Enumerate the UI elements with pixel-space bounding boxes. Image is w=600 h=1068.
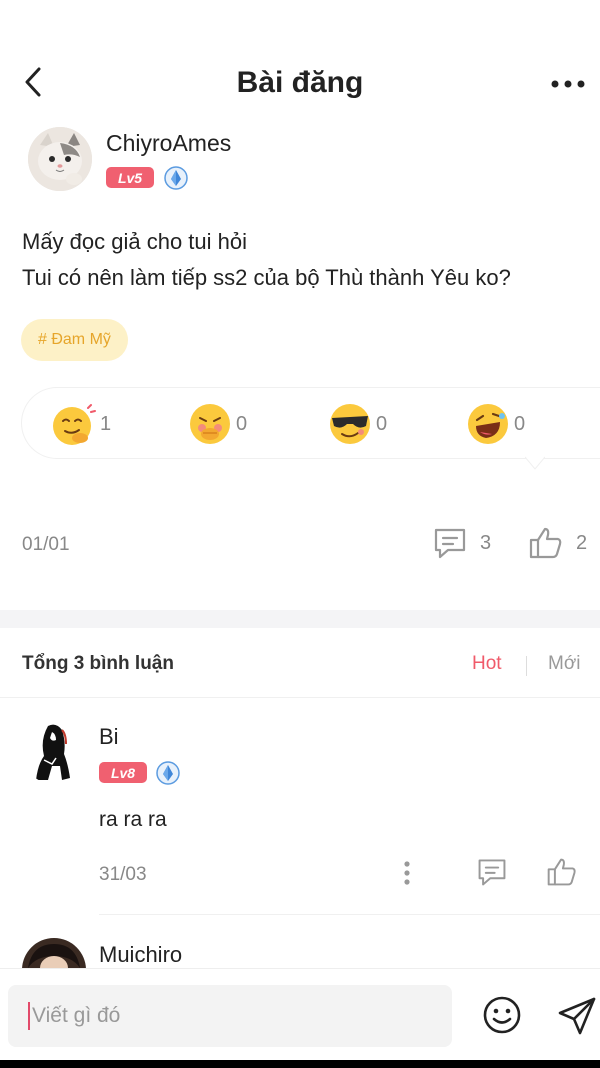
- comment-item: Muichiro: [0, 918, 600, 968]
- comment-text: ra ra ra: [99, 808, 167, 831]
- reaction-count: 1: [100, 412, 112, 435]
- smiley-icon: [483, 996, 521, 1034]
- reaction-shy[interactable]: 0: [188, 402, 247, 446]
- sort-separator: [526, 656, 527, 676]
- post-line: Tui có nên làm tiếp ss2 của bộ Thù thành…: [22, 265, 511, 290]
- top-bar: Bài đăng: [0, 58, 600, 110]
- commenter-avatar[interactable]: [22, 720, 86, 784]
- more-horizontal-icon: [551, 80, 585, 88]
- comment-input-placeholder: Viết gì đó: [32, 1004, 121, 1027]
- reaction-count: 0: [376, 412, 388, 435]
- commenter-name[interactable]: Bi: [99, 724, 119, 750]
- send-button[interactable]: [556, 995, 598, 1037]
- like-count: 2: [576, 531, 588, 554]
- level-badge: Lv8: [99, 762, 147, 783]
- post-author: ChiyroAmes Lv5: [28, 127, 588, 193]
- comment-like-button[interactable]: [546, 856, 578, 888]
- comment-icon: [434, 528, 466, 559]
- emoji-button[interactable]: [482, 995, 522, 1035]
- verified-badge-icon: [156, 761, 180, 785]
- post-date: 01/01: [22, 534, 70, 555]
- send-icon: [558, 997, 596, 1035]
- comment-composer: Viết gì đó: [0, 968, 600, 1060]
- comment-more-button[interactable]: [398, 858, 416, 890]
- system-nav-bar: [0, 1060, 600, 1068]
- thumbs-up-icon: [547, 858, 576, 886]
- section-divider: [0, 610, 600, 628]
- reaction-cool[interactable]: 0: [328, 402, 387, 446]
- post-meta: 01/01 3 2: [0, 522, 600, 568]
- laughing-emoji-icon: [468, 404, 508, 444]
- sort-new-tab[interactable]: Mới: [548, 653, 581, 675]
- text-caret: [28, 1002, 30, 1030]
- thinking-emoji-icon: [53, 404, 96, 445]
- cat-avatar-icon: [28, 127, 92, 191]
- post-content: Mấy đọc giả cho tui hỏi Tui có nên làm t…: [22, 224, 582, 296]
- level-badge: Lv5: [106, 167, 154, 188]
- reaction-laughing[interactable]: 0: [466, 402, 525, 446]
- anime-avatar-icon: [22, 938, 86, 968]
- page-title: Bài đăng: [236, 66, 364, 99]
- more-options-button[interactable]: [548, 66, 588, 102]
- comment-divider: [99, 914, 600, 915]
- cool-emoji-icon: [330, 404, 370, 444]
- comment-count: 3: [480, 531, 492, 554]
- thumbs-up-icon: [529, 527, 562, 559]
- sort-hot-tab[interactable]: Hot: [472, 653, 502, 675]
- reaction-bar-tail: [525, 456, 545, 470]
- comments-header: Tổng 3 bình luận Hot Mới: [0, 628, 600, 698]
- author-name[interactable]: ChiyroAmes: [106, 130, 231, 157]
- comment-item: Bi Lv8 ra ra ra 31/03: [0, 698, 600, 918]
- comment-count-button[interactable]: 3: [432, 526, 491, 560]
- more-vertical-icon: [404, 861, 410, 885]
- like-button[interactable]: 2: [528, 526, 587, 560]
- topic-tag[interactable]: # Đam Mỹ: [21, 319, 128, 361]
- post-line: Mấy đọc giả cho tui hỏi: [22, 229, 248, 254]
- reaction-count: 0: [514, 412, 526, 435]
- comment-icon: [478, 859, 506, 886]
- commenter-avatar[interactable]: [22, 938, 86, 968]
- comment-reply-button[interactable]: [476, 856, 508, 888]
- comment-date: 31/03: [99, 864, 147, 885]
- author-avatar[interactable]: [28, 127, 92, 191]
- commenter-name[interactable]: Muichiro: [99, 942, 182, 968]
- reaction-thinking[interactable]: 1: [50, 402, 111, 446]
- reaction-bar: 1 0 0 0: [21, 387, 600, 459]
- verified-badge-icon: [164, 166, 188, 190]
- comments-total: Tổng 3 bình luận: [22, 653, 174, 674]
- girl-silhouette-avatar-icon: [22, 720, 86, 784]
- comment-input[interactable]: Viết gì đó: [8, 985, 452, 1047]
- shy-emoji-icon: [190, 404, 230, 444]
- reaction-count: 0: [236, 412, 248, 435]
